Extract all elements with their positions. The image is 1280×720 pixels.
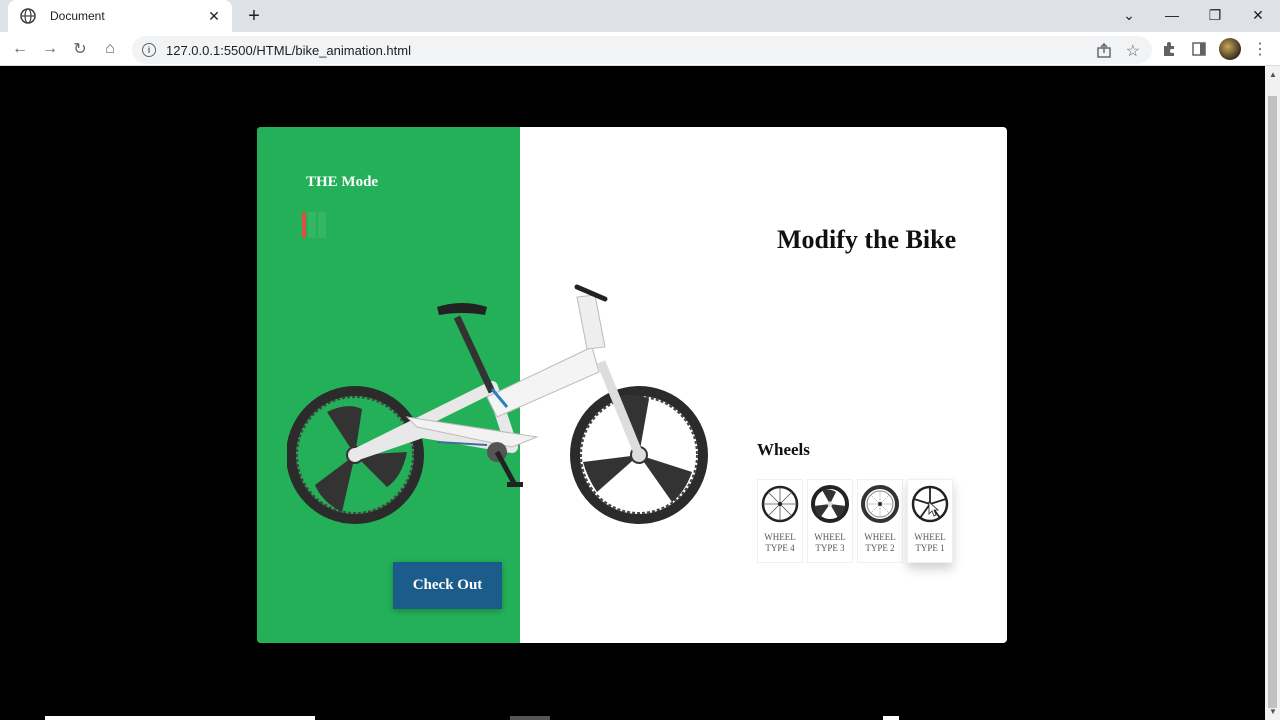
info-icon[interactable]: i <box>142 43 156 57</box>
profile-avatar[interactable] <box>1219 38 1241 60</box>
chevron-down-icon[interactable]: ⌄ <box>1107 0 1151 30</box>
indicator-bar-active <box>302 212 306 238</box>
wheel-option-label: WHEEL TYPE 3 <box>814 532 846 553</box>
side-panel-icon[interactable] <box>1190 40 1208 58</box>
wheel-options: WHEEL TYPE 4 WHEEL TYPE 3 WHEEL TYPE 2 W… <box>757 479 953 563</box>
reload-icon[interactable]: ↻ <box>68 37 92 61</box>
wheel-spokes-icon <box>761 485 799 523</box>
close-icon[interactable]: ✕ <box>206 8 222 24</box>
mode-label: THE Mode <box>306 174 379 190</box>
forward-icon[interactable]: → <box>38 37 62 61</box>
indicator-bar <box>308 212 316 238</box>
globe-icon <box>20 8 36 24</box>
page-title: Modify the Bike <box>777 225 957 254</box>
wheels-section-title: Wheels <box>757 440 810 459</box>
address-bar[interactable]: i 127.0.0.1:5500/HTML/bike_animation.htm… <box>132 36 1152 64</box>
wheel-option-label: WHEEL TYPE 4 <box>764 532 796 553</box>
tab-strip: Document ✕ + ⌄ — ❐ ✕ <box>0 0 1280 32</box>
bike-card: THE Mode Check Out Modify the Bike Wheel… <box>257 127 1007 643</box>
wheel-five-spoke-icon <box>911 485 949 523</box>
wheel-option-4[interactable]: WHEEL TYPE 4 <box>757 479 803 563</box>
wheel-option-2[interactable]: WHEEL TYPE 2 <box>857 479 903 563</box>
taskbar-hint <box>883 716 899 720</box>
share-icon[interactable] <box>1096 42 1112 58</box>
browser-chrome: Document ✕ + ⌄ — ❐ ✕ ← → ↻ ⌂ i 127.0.0.1… <box>0 0 1280 66</box>
window-close-icon[interactable]: ✕ <box>1236 0 1280 30</box>
tab-document[interactable]: Document ✕ <box>8 0 232 32</box>
restore-icon[interactable]: ❐ <box>1193 0 1237 30</box>
new-tab-button[interactable]: + <box>244 6 264 26</box>
back-icon[interactable]: ← <box>8 37 32 61</box>
page-scrollbar[interactable]: ▲ ▼ <box>1265 66 1280 720</box>
scroll-up-icon[interactable]: ▲ <box>1269 70 1277 79</box>
browser-toolbar: ← → ↻ ⌂ i 127.0.0.1:5500/HTML/bike_anima… <box>0 32 1280 66</box>
minimize-icon[interactable]: — <box>1150 0 1194 30</box>
wheel-option-label: WHEEL TYPE 2 <box>864 532 896 553</box>
home-icon[interactable]: ⌂ <box>98 37 122 61</box>
wheel-disc-icon <box>861 485 899 523</box>
wheel-tri-spoke-icon <box>811 485 849 523</box>
url-text: 127.0.0.1:5500/HTML/bike_animation.html <box>166 42 411 58</box>
wheel-option-1[interactable]: WHEEL TYPE 1 <box>907 479 953 563</box>
scroll-down-icon[interactable]: ▼ <box>1269 707 1277 716</box>
wheel-option-label: WHEEL TYPE 1 <box>914 532 946 553</box>
wheel-option-3[interactable]: WHEEL TYPE 3 <box>807 479 853 563</box>
mode-indicator <box>302 212 326 238</box>
tab-title: Document <box>50 9 105 23</box>
check-out-button[interactable]: Check Out <box>393 562 502 609</box>
bike-image <box>287 284 708 524</box>
taskbar-hint <box>510 716 550 720</box>
indicator-bar <box>318 212 326 238</box>
menu-kebab-icon[interactable]: ⋮ <box>1251 40 1269 58</box>
bookmark-star-icon[interactable]: ☆ <box>1126 41 1140 61</box>
scrollbar-thumb[interactable] <box>1268 96 1277 708</box>
extensions-icon[interactable] <box>1160 40 1178 58</box>
taskbar-hint <box>45 716 315 720</box>
